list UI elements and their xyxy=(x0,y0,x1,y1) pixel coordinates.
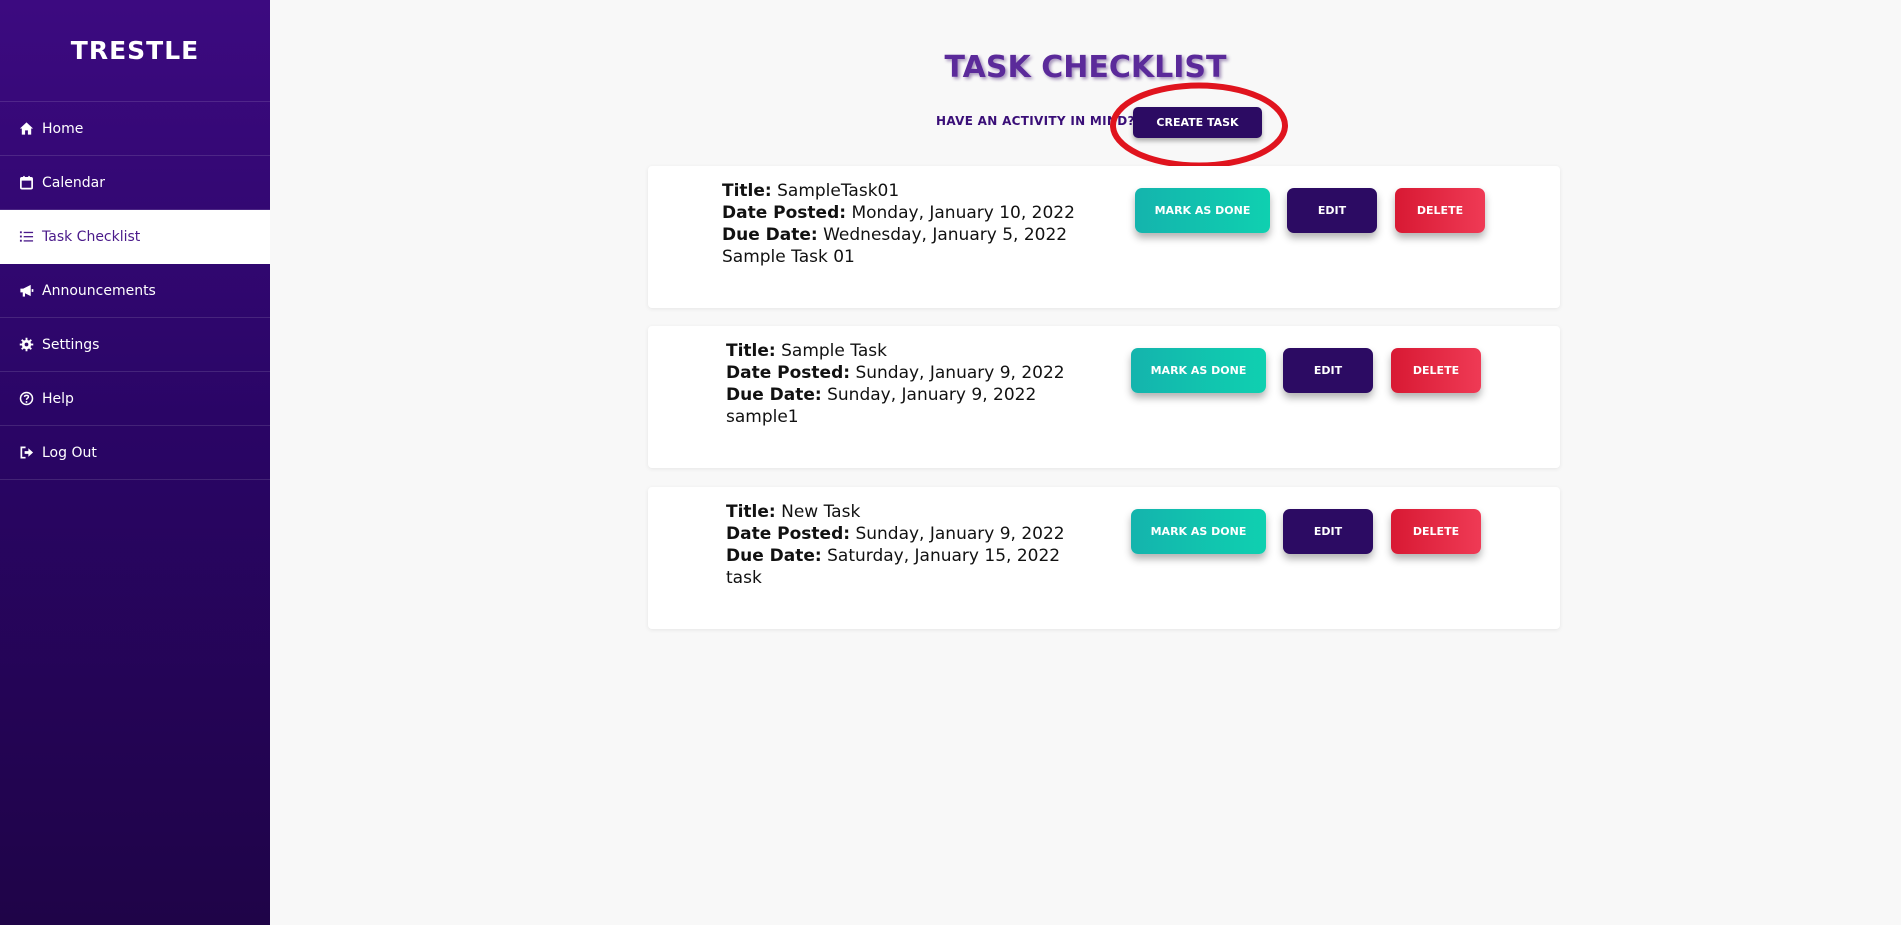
task-date-posted-line: Date Posted: Monday, January 10, 2022 xyxy=(722,202,1075,224)
task-description: sample1 xyxy=(726,407,799,427)
list-icon xyxy=(18,229,34,245)
field-label: Date Posted: xyxy=(726,524,851,544)
sidebar-item-calendar[interactable]: Calendar xyxy=(0,156,270,210)
field-label: Due Date: xyxy=(722,225,818,245)
task-title: Sample Task xyxy=(781,341,887,361)
field-label: Title: xyxy=(726,502,776,522)
sidebar-item-label: Log Out xyxy=(42,444,97,461)
task-card: Title: Sample Task Date Posted: Sunday, … xyxy=(648,326,1560,468)
task-details: Title: New Task Date Posted: Sunday, Jan… xyxy=(726,501,1065,589)
task-card: Title: SampleTask01 Date Posted: Monday,… xyxy=(648,166,1560,308)
field-label: Date Posted: xyxy=(722,203,847,223)
task-title-line: Title: Sample Task xyxy=(726,340,1065,362)
task-due-date: Sunday, January 9, 2022 xyxy=(827,385,1037,405)
create-task-button[interactable]: CREATE TASK xyxy=(1133,107,1262,138)
page-title: TASK CHECKLIST xyxy=(944,50,1227,85)
task-due-date: Saturday, January 15, 2022 xyxy=(827,546,1061,566)
field-label: Title: xyxy=(726,341,776,361)
mark-as-done-button[interactable]: MARK AS DONE xyxy=(1131,509,1266,554)
task-due-date: Wednesday, January 5, 2022 xyxy=(823,225,1068,245)
task-details: Title: SampleTask01 Date Posted: Monday,… xyxy=(722,180,1075,268)
field-label: Date Posted: xyxy=(726,363,851,383)
task-title-line: Title: SampleTask01 xyxy=(722,180,1075,202)
task-details: Title: Sample Task Date Posted: Sunday, … xyxy=(726,340,1065,428)
sidebar: TRESTLE Home Calendar Task Checklist Ann… xyxy=(0,0,270,925)
edit-button[interactable]: EDIT xyxy=(1283,348,1373,393)
delete-button[interactable]: DELETE xyxy=(1391,509,1481,554)
sidebar-item-label: Help xyxy=(42,390,74,407)
sidebar-item-home[interactable]: Home xyxy=(0,102,270,156)
edit-button[interactable]: EDIT xyxy=(1287,188,1377,233)
field-label: Title: xyxy=(722,181,772,201)
task-card: Title: New Task Date Posted: Sunday, Jan… xyxy=(648,487,1560,629)
home-icon xyxy=(18,121,34,137)
sidebar-item-label: Home xyxy=(42,120,84,137)
delete-button[interactable]: DELETE xyxy=(1395,188,1485,233)
field-label: Due Date: xyxy=(726,385,822,405)
sidebar-item-label: Calendar xyxy=(42,174,105,191)
task-date-posted-line: Date Posted: Sunday, January 9, 2022 xyxy=(726,362,1065,384)
delete-button[interactable]: DELETE xyxy=(1391,348,1481,393)
create-prompt-text: HAVE AN ACTIVITY IN MIND? xyxy=(936,114,1135,128)
mark-as-done-button[interactable]: MARK AS DONE xyxy=(1135,188,1270,233)
task-date-posted: Monday, January 10, 2022 xyxy=(851,203,1075,223)
sidebar-item-settings[interactable]: Settings xyxy=(0,318,270,372)
megaphone-icon xyxy=(18,283,34,299)
task-description: task xyxy=(726,568,762,588)
task-title: SampleTask01 xyxy=(777,181,900,201)
task-due-date-line: Due Date: Wednesday, January 5, 2022 xyxy=(722,224,1075,246)
help-icon xyxy=(18,391,34,407)
brand-logo: TRESTLE xyxy=(0,0,270,102)
task-title-line: Title: New Task xyxy=(726,501,1065,523)
sidebar-item-task-checklist[interactable]: Task Checklist xyxy=(0,210,270,264)
task-due-date-line: Due Date: Sunday, January 9, 2022 xyxy=(726,384,1065,406)
calendar-icon xyxy=(18,175,34,191)
gear-icon xyxy=(18,337,34,353)
task-title: New Task xyxy=(781,502,861,522)
sidebar-item-logout[interactable]: Log Out xyxy=(0,426,270,480)
task-date-posted-line: Date Posted: Sunday, January 9, 2022 xyxy=(726,523,1065,545)
mark-as-done-button[interactable]: MARK AS DONE xyxy=(1131,348,1266,393)
task-description: Sample Task 01 xyxy=(722,247,855,267)
edit-button[interactable]: EDIT xyxy=(1283,509,1373,554)
sidebar-item-label: Announcements xyxy=(42,282,156,299)
task-due-date-line: Due Date: Saturday, January 15, 2022 xyxy=(726,545,1065,567)
sidebar-item-help[interactable]: Help xyxy=(0,372,270,426)
task-date-posted: Sunday, January 9, 2022 xyxy=(855,363,1065,383)
sidebar-item-announcements[interactable]: Announcements xyxy=(0,264,270,318)
sidebar-item-label: Task Checklist xyxy=(42,228,141,245)
logout-icon xyxy=(18,445,34,461)
sidebar-item-label: Settings xyxy=(42,336,100,353)
field-label: Due Date: xyxy=(726,546,822,566)
task-date-posted: Sunday, January 9, 2022 xyxy=(855,524,1065,544)
